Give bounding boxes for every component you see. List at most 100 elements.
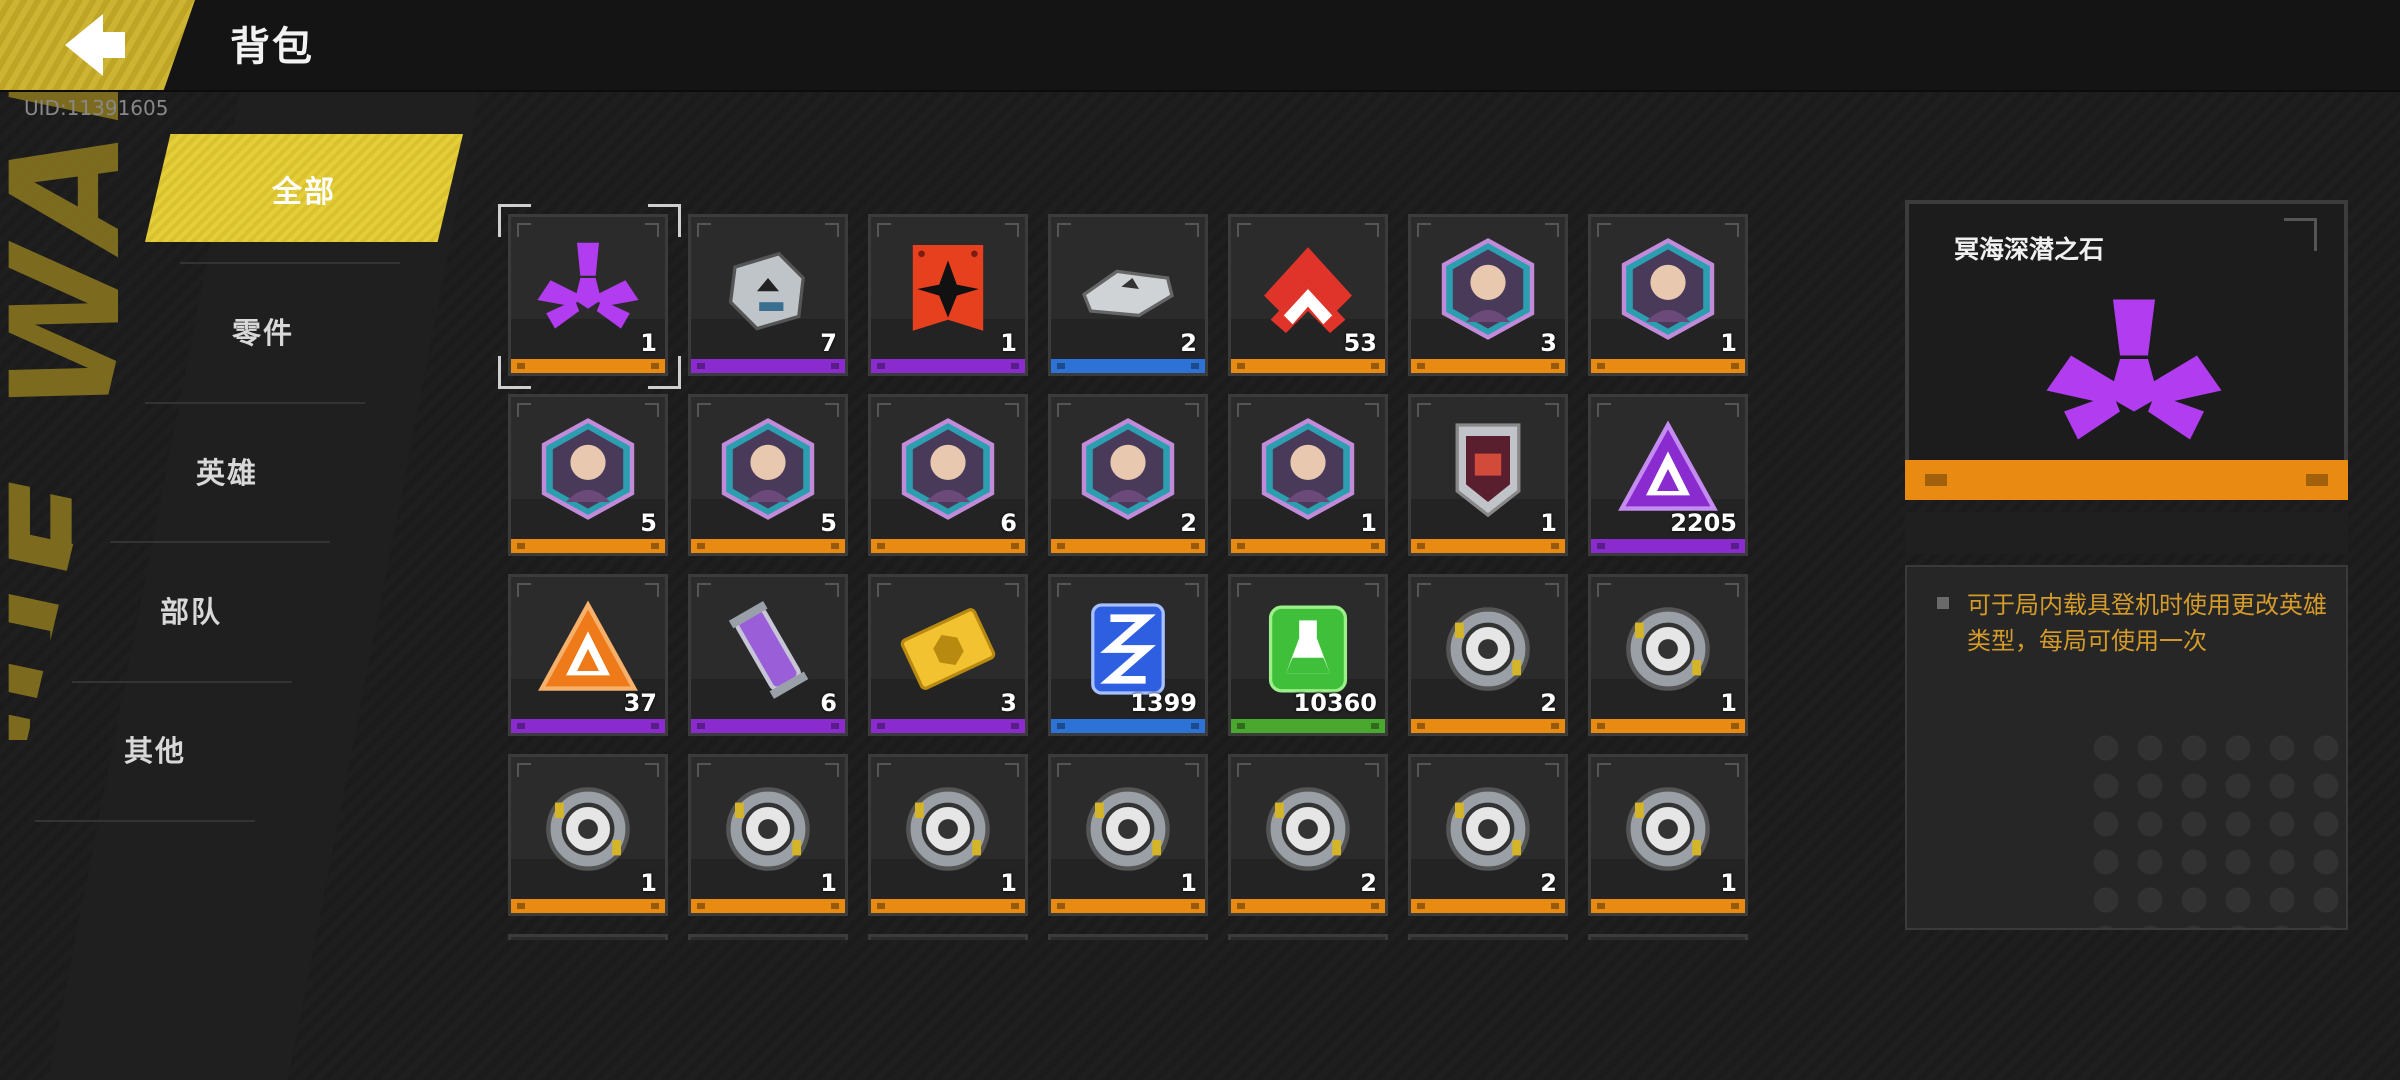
rarity-bar (691, 899, 845, 913)
inventory-item[interactable]: 7 (688, 214, 848, 376)
rarity-bar (1231, 359, 1385, 373)
rarity-bar (1411, 539, 1565, 553)
inventory-item[interactable]: 10360 (1228, 574, 1388, 736)
purple-triangle-icon (1618, 420, 1718, 511)
corner-mark (1725, 763, 1739, 777)
corner-mark (697, 583, 711, 597)
inventory-item-partial[interactable] (688, 934, 848, 940)
item-count: 1399 (1130, 689, 1197, 717)
parts-crate-icon (728, 251, 805, 331)
inventory-item[interactable]: 1 (1588, 754, 1748, 916)
corner-mark (825, 403, 839, 417)
selection-bracket (648, 204, 681, 237)
inventory-item[interactable]: 1 (1228, 394, 1388, 556)
silver-parts-icon (1081, 269, 1174, 317)
inventory-item[interactable]: 1 (1588, 574, 1748, 736)
inventory-item-partial[interactable] (508, 934, 668, 940)
back-button[interactable] (0, 0, 195, 90)
rarity-bar (871, 899, 1025, 913)
inventory-item-partial[interactable] (1408, 934, 1568, 940)
corner-mark (825, 583, 839, 597)
corner-mark (645, 763, 659, 777)
inventory-item[interactable]: 5 (508, 394, 668, 556)
inventory-item[interactable]: 37 (508, 574, 668, 736)
inventory-item[interactable]: 2 (1408, 754, 1568, 916)
corner-mark (517, 403, 531, 417)
divider (180, 262, 400, 264)
corner-mark (1237, 403, 1251, 417)
inventory-item-partial[interactable] (868, 934, 1028, 940)
inventory-item[interactable]: 3 (1408, 214, 1568, 376)
rarity-bar (1051, 719, 1205, 733)
item-count: 7 (820, 329, 837, 357)
hero-portrait-icon (901, 417, 995, 520)
inventory-item[interactable]: 1 (1408, 394, 1568, 556)
inventory-item[interactable]: 2 (1048, 394, 1208, 556)
inventory-item[interactable]: 6 (688, 574, 848, 736)
item-detail-panel: 冥海深潜之石 可于局内载具登机时使用更改英雄类型，每局可使用一次 (1905, 200, 2348, 930)
selection-bracket (498, 204, 531, 237)
inventory-item[interactable]: 2 (1048, 214, 1208, 376)
hero-portrait-icon (1261, 417, 1355, 520)
purple-trefoil-icon (537, 242, 639, 329)
top-bar: 背包 (0, 0, 2400, 92)
hero-portrait-icon (541, 417, 635, 520)
inventory-item[interactable]: 1 (508, 214, 668, 376)
inventory-item[interactable]: 3 (868, 574, 1028, 736)
tab-troops[interactable]: 部队 (116, 589, 266, 631)
item-count: 10360 (1293, 689, 1378, 717)
corner-mark (1057, 583, 1071, 597)
detail-description-box[interactable]: 可于局内载具登机时使用更改英雄类型，每局可使用一次 (1905, 565, 2348, 930)
inventory-item[interactable]: 1 (868, 214, 1028, 376)
inventory-item-partial[interactable] (1048, 934, 1208, 940)
gear-module-icon (906, 786, 990, 871)
rarity-bar (1591, 359, 1745, 373)
red-banner-icon (912, 244, 984, 331)
inventory-item-partial[interactable] (1228, 934, 1388, 940)
tab-all[interactable]: 全部 (145, 134, 463, 242)
detail-preview: 冥海深潜之石 (1905, 200, 2348, 500)
corner-mark (1417, 403, 1431, 417)
corner-mark (1005, 583, 1019, 597)
rarity-bar (1411, 899, 1565, 913)
red-chevron-icon (1264, 246, 1352, 333)
corner-mark (1725, 583, 1739, 597)
corner-mark (877, 763, 891, 777)
tab-parts[interactable]: 零件 (188, 310, 338, 352)
item-count: 2 (1180, 329, 1197, 357)
corner-mark (517, 583, 531, 597)
inventory-item[interactable]: 6 (868, 394, 1028, 556)
bullet-icon (1937, 597, 1949, 609)
inventory-item[interactable]: 1 (688, 754, 848, 916)
item-count: 1 (640, 869, 657, 897)
inventory-item[interactable]: 2 (1408, 574, 1568, 736)
gear-module-icon (546, 786, 630, 871)
corner-mark (877, 223, 891, 237)
corner-mark (1545, 223, 1559, 237)
corner-mark (1365, 403, 1379, 417)
corner-mark (1597, 403, 1611, 417)
inventory-item[interactable]: 1 (1588, 214, 1748, 376)
item-count: 2 (1360, 869, 1377, 897)
inventory-item[interactable]: 2205 (1588, 394, 1748, 556)
rarity-bar (1231, 899, 1385, 913)
rarity-bar (1051, 539, 1205, 553)
inventory-item[interactable]: 1 (1048, 754, 1208, 916)
inventory-item[interactable]: 2 (1228, 754, 1388, 916)
gear-module-icon (1626, 786, 1710, 871)
inventory-item[interactable]: 5 (688, 394, 848, 556)
inventory-item[interactable]: 1399 (1048, 574, 1208, 736)
tab-other[interactable]: 其他 (80, 728, 230, 770)
inventory-item[interactable]: 53 (1228, 214, 1388, 376)
corner-mark (1417, 763, 1431, 777)
tab-heroes[interactable]: 英雄 (152, 450, 302, 492)
rarity-bar (691, 359, 845, 373)
inventory-item[interactable]: 1 (868, 754, 1028, 916)
inventory-item-partial[interactable] (1588, 934, 1748, 940)
blue-dna-icon (1091, 603, 1165, 695)
hero-portrait-icon (1621, 237, 1715, 340)
inventory-item[interactable]: 1 (508, 754, 668, 916)
item-count: 1 (1000, 869, 1017, 897)
corner-mark (1237, 583, 1251, 597)
gear-module-icon (1626, 606, 1710, 691)
